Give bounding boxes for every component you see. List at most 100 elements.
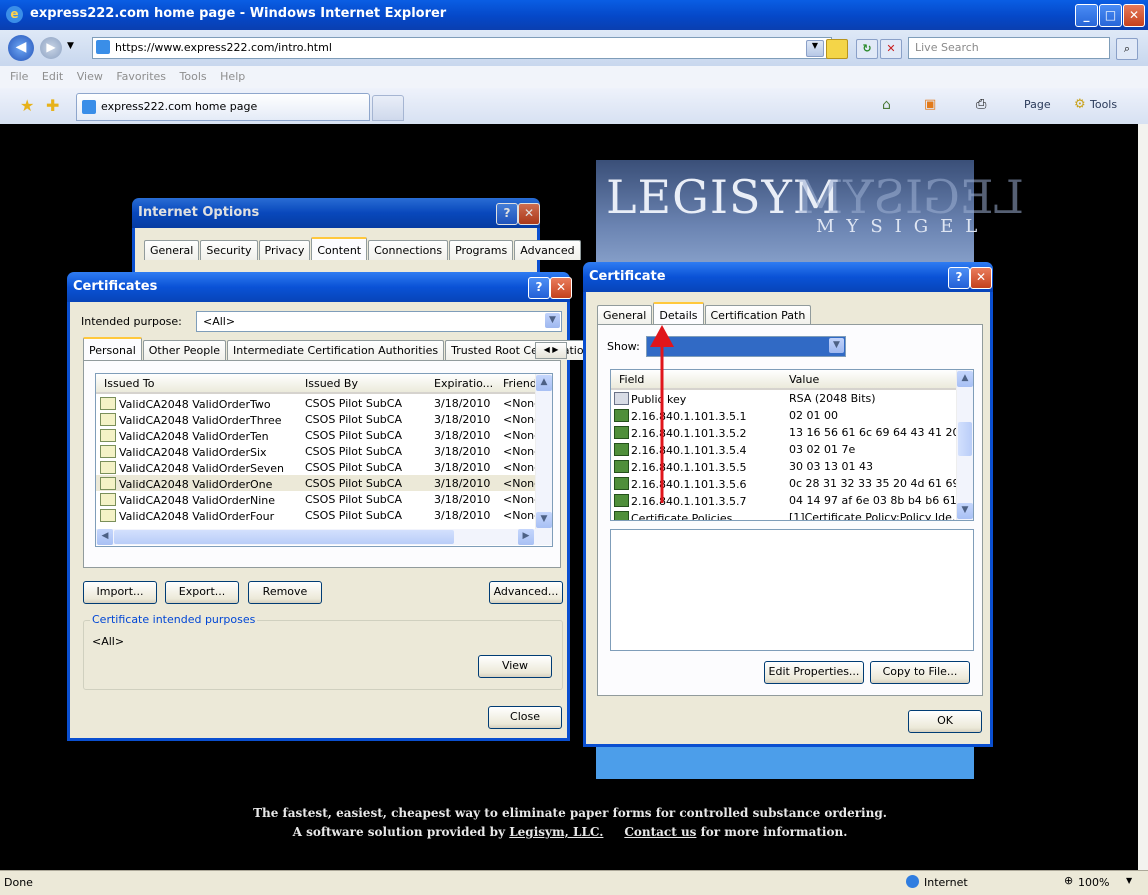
field-value-box[interactable]	[610, 529, 974, 651]
remove-button[interactable]: Remove	[248, 581, 322, 604]
page-scrollbar[interactable]	[1138, 124, 1148, 870]
scroll-thumb[interactable]	[114, 530, 454, 544]
back-button[interactable]: ◀	[8, 35, 34, 61]
help-button[interactable]: ?	[496, 203, 518, 225]
stop-icon[interactable]: ✕	[880, 39, 902, 59]
tab-advanced[interactable]: Advanced	[514, 240, 581, 260]
col-issued-to[interactable]: Issued To	[104, 377, 155, 390]
close-button[interactable]: ✕	[550, 277, 572, 299]
import-button[interactable]: Import...	[83, 581, 157, 604]
table-row[interactable]: ValidCA2048 ValidOrderFour CSOS Pilot Sub…	[96, 507, 552, 523]
close-button[interactable]: ✕	[518, 203, 540, 225]
page-menu[interactable]: Page	[1024, 98, 1051, 111]
internet-options-title-bar[interactable]: Internet Options ? ✕	[132, 198, 540, 228]
table-row[interactable]: ValidCA2048 ValidOrderSeven CSOS Pilot Su…	[96, 459, 552, 475]
favorites-star-icon[interactable]: ★	[20, 96, 34, 115]
chevron-right-icon[interactable]: ▶	[518, 529, 534, 545]
tab-intermediate-ca[interactable]: Intermediate Certification Authorities	[227, 340, 445, 360]
col-field[interactable]: Field	[619, 373, 644, 386]
table-row[interactable]: ValidCA2048 ValidOrderTwo CSOS Pilot SubC…	[96, 395, 552, 411]
chevron-down-icon[interactable]: ▼	[545, 313, 560, 328]
tab-other-people[interactable]: Other People	[142, 340, 227, 360]
col-expiration[interactable]: Expiratio...	[434, 377, 493, 390]
view-button[interactable]: View	[478, 655, 552, 678]
refresh-icon[interactable]: ↻	[856, 39, 878, 59]
search-input[interactable]: Live Search	[908, 37, 1110, 59]
address-dropdown-icon[interactable]: ▼	[806, 40, 824, 57]
list-horizontal-scrollbar[interactable]: ◀ ▶	[96, 529, 552, 545]
chevron-down-icon[interactable]: ▼	[957, 503, 973, 519]
tools-menu[interactable]: Tools	[1090, 98, 1117, 111]
certificate-list[interactable]: Issued To Issued By Expiratio... Friend …	[95, 373, 553, 547]
col-issued-by[interactable]: Issued By	[305, 377, 358, 390]
print-icon[interactable]: ⎙	[976, 97, 986, 112]
chevron-up-icon[interactable]: ▲	[536, 375, 552, 391]
chevron-left-icon[interactable]: ◀	[97, 529, 113, 545]
field-row[interactable]: Certificate Policies [1]Certificate Polic…	[611, 509, 973, 520]
address-field[interactable]: https://www.express222.com/intro.html	[92, 37, 832, 59]
help-button[interactable]: ?	[948, 267, 970, 289]
lock-icon[interactable]	[826, 39, 848, 59]
menu-edit[interactable]: Edit	[42, 70, 63, 83]
menu-favorites[interactable]: Favorites	[116, 70, 166, 83]
certificate-tabs: General Details Certification Path	[597, 302, 812, 325]
copy-to-file-button[interactable]: Copy to File...	[870, 661, 970, 684]
table-row[interactable]: ValidCA2048 ValidOrderNine CSOS Pilot Sub…	[96, 491, 552, 507]
menu-file[interactable]: File	[10, 70, 28, 83]
col-friendly-name[interactable]: Friend	[503, 377, 537, 390]
tab-scroll-arrows[interactable]: ◀ ▶	[535, 342, 567, 359]
menu-help[interactable]: Help	[220, 70, 245, 83]
certificates-title-bar[interactable]: Certificates ? ✕	[67, 272, 572, 302]
show-select[interactable]: ▼	[646, 336, 846, 357]
col-value[interactable]: Value	[789, 373, 819, 386]
table-row-selected[interactable]: ValidCA2048 ValidOrderOne CSOS Pilot SubC…	[96, 475, 552, 491]
search-icon[interactable]: ⌕	[1116, 38, 1138, 60]
tab-details[interactable]: Details	[653, 302, 704, 325]
contact-us-link[interactable]: Contact us	[624, 825, 696, 839]
browser-tab[interactable]: express222.com home page	[76, 93, 370, 121]
home-icon[interactable]: ⌂	[882, 97, 891, 113]
zoom-level[interactable]: 100%	[1078, 876, 1109, 889]
advanced-button[interactable]: Advanced...	[489, 581, 563, 604]
chevron-up-icon[interactable]: ▲	[957, 371, 973, 387]
close-dialog-button[interactable]: Close	[488, 706, 562, 729]
tab-connections[interactable]: Connections	[368, 240, 449, 260]
recent-pages-dropdown-icon[interactable]: ▼	[67, 41, 74, 51]
export-button[interactable]: Export...	[165, 581, 239, 604]
table-row[interactable]: ValidCA2048 ValidOrderThree CSOS Pilot Su…	[96, 411, 552, 427]
table-row[interactable]: ValidCA2048 ValidOrderTen CSOS Pilot SubC…	[96, 427, 552, 443]
scroll-thumb[interactable]	[958, 422, 972, 456]
tab-certification-path[interactable]: Certification Path	[704, 305, 812, 325]
intended-purpose-select[interactable]: <All> ▼	[196, 311, 562, 332]
zoom-dropdown-icon[interactable]: ▼	[1126, 876, 1132, 885]
list-vertical-scrollbar[interactable]: ▲ ▼	[535, 374, 552, 529]
tab-privacy[interactable]: Privacy	[258, 240, 311, 260]
forward-button[interactable]: ▶	[40, 37, 62, 59]
legisym-link[interactable]: Legisym, LLC.	[509, 825, 603, 839]
tab-trusted-root[interactable]: Trusted Root Certification	[445, 340, 597, 360]
maximize-button[interactable]: □	[1099, 4, 1122, 27]
ok-button[interactable]: OK	[908, 710, 982, 733]
new-tab-button[interactable]	[372, 95, 404, 121]
certificate-title-bar[interactable]: Certificate ? ✕	[583, 262, 993, 292]
feeds-icon[interactable]: ▣	[924, 97, 936, 112]
list-vertical-scrollbar[interactable]: ▲ ▼	[956, 370, 973, 520]
menu-tools[interactable]: Tools	[180, 70, 207, 83]
menu-view[interactable]: View	[77, 70, 103, 83]
edit-properties-button[interactable]: Edit Properties...	[764, 661, 864, 684]
add-favorite-icon[interactable]: ✚	[46, 96, 59, 115]
tab-general[interactable]: General	[597, 305, 653, 325]
table-row[interactable]: ValidCA2048 ValidOrderSix CSOS Pilot SubC…	[96, 443, 552, 459]
minimize-button[interactable]: _	[1075, 4, 1098, 27]
chevron-down-icon[interactable]: ▼	[536, 512, 552, 528]
tab-general[interactable]: General	[144, 240, 200, 260]
tab-personal[interactable]: Personal	[83, 337, 142, 360]
chevron-down-icon[interactable]: ▼	[829, 338, 844, 353]
tab-programs[interactable]: Programs	[449, 240, 514, 260]
close-button[interactable]: ✕	[970, 267, 992, 289]
tab-content[interactable]: Content	[311, 237, 368, 260]
help-button[interactable]: ?	[528, 277, 550, 299]
tab-security[interactable]: Security	[200, 240, 258, 260]
close-window-button[interactable]: ✕	[1123, 4, 1145, 27]
browser-title-bar[interactable]: e express222.com home page - Windows Int…	[0, 0, 1148, 30]
